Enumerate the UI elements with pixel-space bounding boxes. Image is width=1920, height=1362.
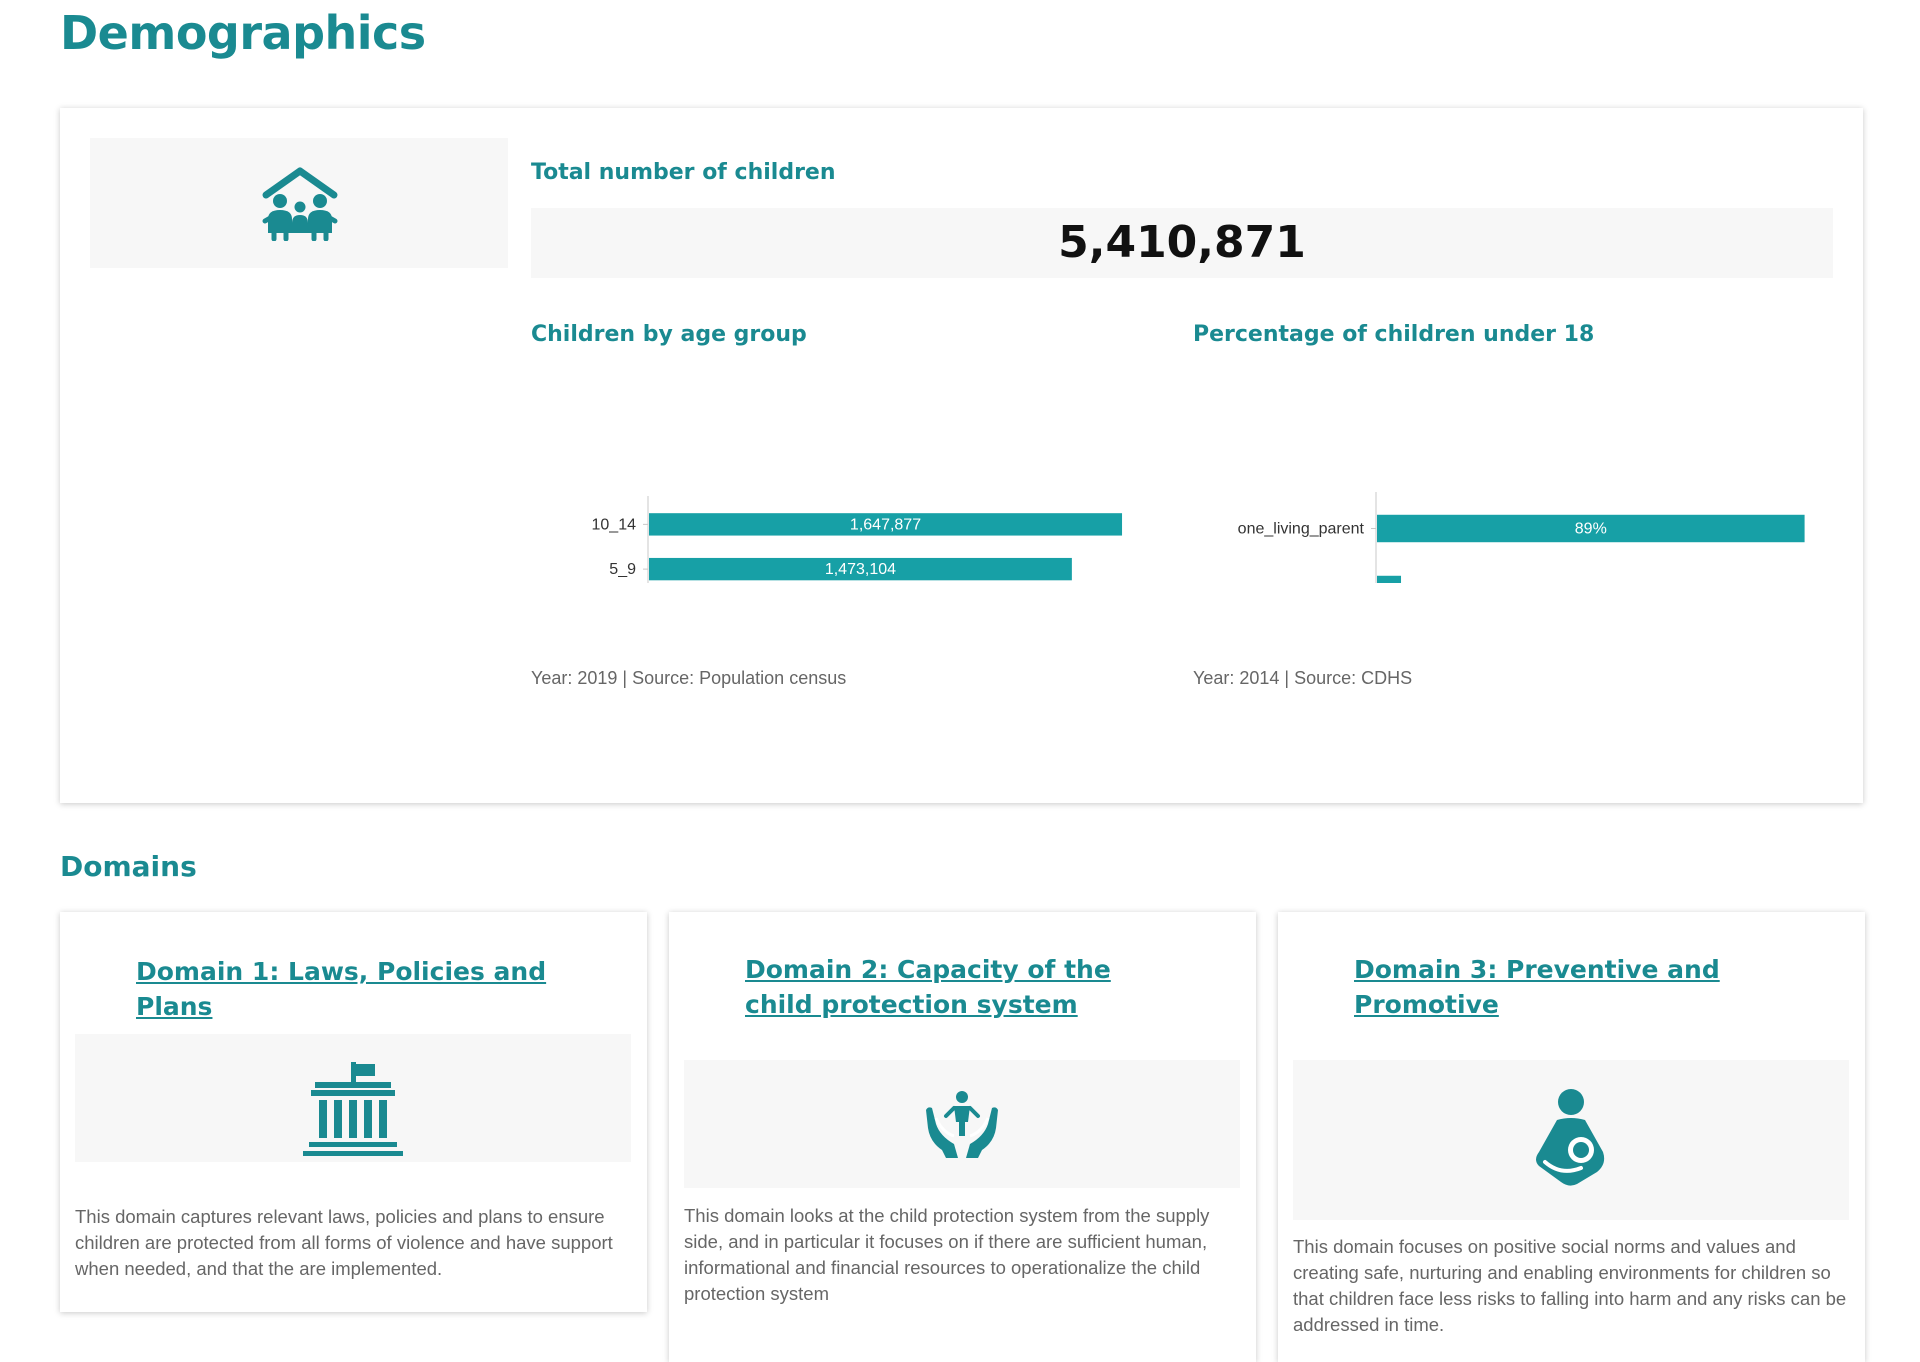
demographics-icon-panel: [90, 138, 508, 268]
family-house-icon: [262, 167, 338, 241]
total-children-value: 5,410,871: [1058, 217, 1306, 268]
under18-bar-chart: one_living_parent89%lost_one_parent5%los…: [1238, 492, 1805, 584]
domain-1-icon-panel: [75, 1034, 631, 1162]
under18-source-note: Year: 2014 | Source: CDHS: [1193, 668, 1413, 688]
under18-chart-title: Percentage of children under 18: [1193, 322, 1595, 347]
government-building-icon: [303, 1062, 403, 1156]
domain-card-1: Domain 1: Laws, Policies and Plans This …: [60, 912, 647, 1312]
category-label: 10_14: [592, 516, 637, 533]
domain-3-description: This domain focuses on positive social n…: [1293, 1236, 1847, 1335]
data-label: 5%: [1377, 582, 1400, 584]
domain-3-link[interactable]: Domain 3: Preventive and Promotive: [1354, 952, 1774, 1022]
total-children-panel: 5,410,871: [531, 208, 1833, 278]
domain-2-link[interactable]: Domain 2: Capacity of the child protecti…: [745, 952, 1185, 1022]
category-label: 5_9: [609, 561, 636, 578]
domain-1-description: This domain captures relevant laws, poli…: [75, 1206, 613, 1279]
data-label: 1,473,104: [825, 561, 896, 578]
data-label: 1,647,877: [850, 516, 921, 533]
demographics-card: Total number of children 5,410,871 Child…: [60, 108, 1863, 803]
category-label: one_living_parent: [1238, 521, 1365, 538]
domain-2-icon-panel: [684, 1060, 1240, 1188]
category-label: lost_one_parent: [1249, 582, 1364, 584]
domain-1-link[interactable]: Domain 1: Laws, Policies and Plans: [136, 954, 616, 1024]
domain-2-description: This domain looks at the child protectio…: [684, 1205, 1210, 1304]
total-children-title: Total number of children: [531, 160, 836, 185]
domains-section-title: Domains: [60, 850, 197, 883]
child-protection-hands-icon: [926, 1091, 998, 1158]
page-title: Demographics: [60, 6, 426, 60]
domain-card-2: Domain 2: Capacity of the child protecti…: [669, 912, 1256, 1362]
data-label: 89%: [1575, 521, 1607, 538]
domain-card-3: Domain 3: Preventive and Promotive This …: [1278, 912, 1865, 1362]
age-group-source-note: Year: 2019 | Source: Population census: [531, 668, 847, 688]
domain-3-icon-panel: [1293, 1060, 1849, 1220]
caregiver-baby-icon: [1536, 1089, 1605, 1186]
age-group-chart-title: Children by age group: [531, 322, 807, 347]
age-group-bar-chart: 10_141,647,8775_91,473,1040_41,450,15915…: [592, 496, 1123, 583]
